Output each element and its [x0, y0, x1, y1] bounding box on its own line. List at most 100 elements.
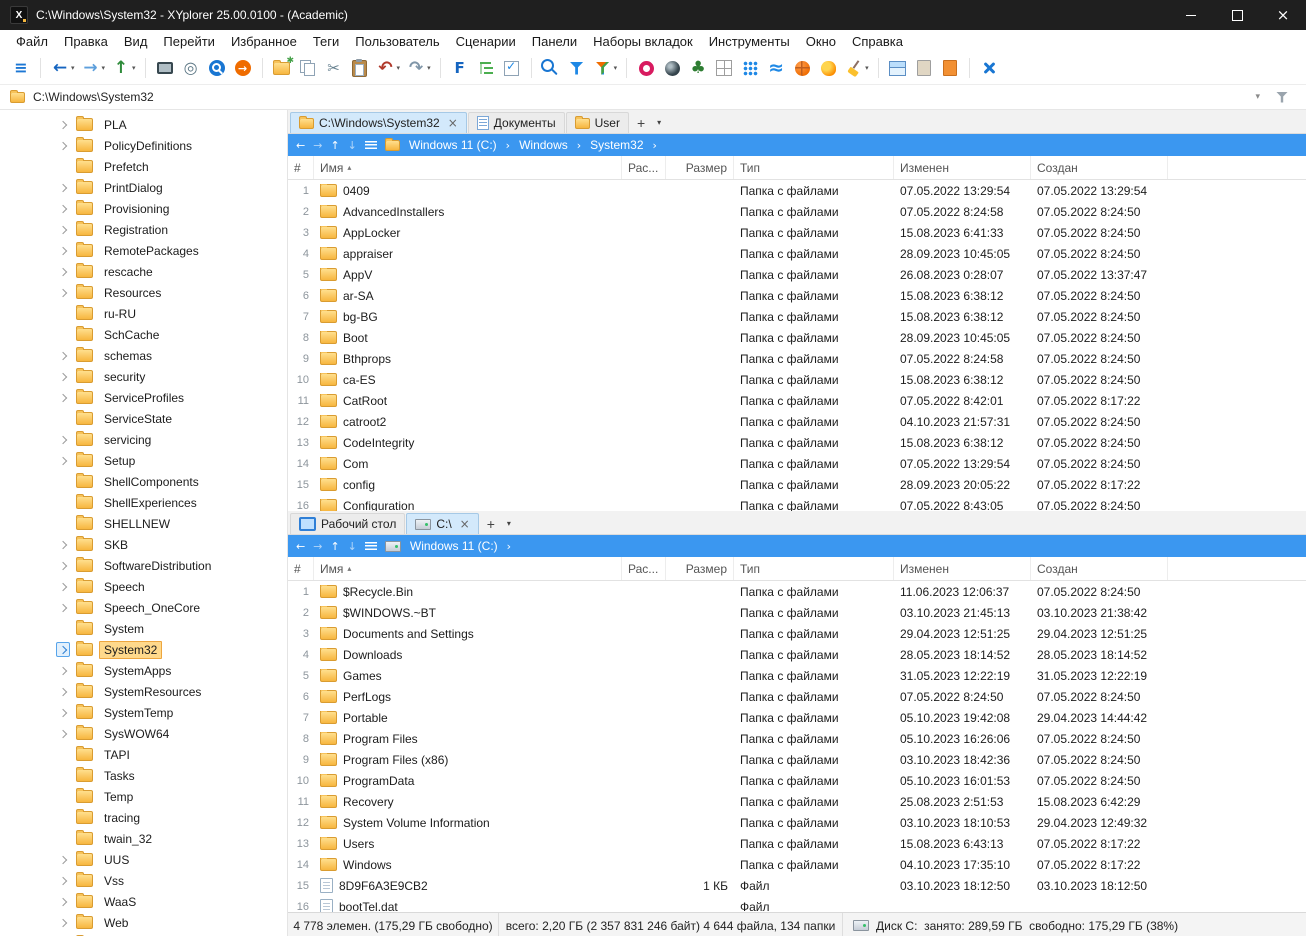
file-name[interactable]: PerfLogs [314, 690, 622, 704]
minimize-button[interactable] [1168, 0, 1214, 30]
expand-chevron-icon[interactable] [56, 706, 70, 720]
tree-item-ru-RU[interactable]: ru-RU [0, 303, 287, 324]
expand-chevron-icon[interactable] [56, 433, 70, 447]
dropdown-caret-icon[interactable]: ▾ [102, 64, 106, 72]
expand-chevron-icon[interactable] [56, 916, 70, 930]
go-circle-button[interactable] [230, 54, 256, 82]
new-folder-button[interactable]: ✱ [269, 54, 295, 82]
column-header-5[interactable]: Тип [734, 156, 894, 179]
file-row[interactable]: 8Program FilesПапка с файлами05.10.2023 … [288, 728, 1306, 749]
menu-item-9[interactable]: Панели [524, 32, 585, 51]
tab-close-icon[interactable]: × [448, 116, 458, 130]
tree-item-Registration[interactable]: Registration [0, 219, 287, 240]
tree-item-SystemApps[interactable]: SystemApps [0, 660, 287, 681]
expand-chevron-icon[interactable] [56, 286, 70, 300]
file-row[interactable]: 16ConfigurationПапка с файлами07.05.2022… [288, 495, 1306, 511]
expand-chevron-icon[interactable] [56, 370, 70, 384]
file-name[interactable]: ar-SA [314, 289, 622, 303]
tree-item-Speech[interactable]: Speech [0, 576, 287, 597]
expand-chevron-icon[interactable] [56, 202, 70, 216]
file-name[interactable]: CatRoot [314, 394, 622, 408]
expand-chevron-icon[interactable] [56, 601, 70, 615]
file-row[interactable]: 9Program Files (x86)Папка с файлами03.10… [288, 749, 1306, 770]
back-button[interactable]: ←▾ [47, 54, 78, 82]
undo-button[interactable]: ↶▾ [373, 54, 404, 82]
title-bar[interactable]: X C:\Windows\System32 - XYplorer 25.00.0… [0, 0, 1306, 30]
filter-button[interactable] [564, 54, 590, 82]
tree-item-SHELLNEW[interactable]: SHELLNEW [0, 513, 287, 534]
tree-item-SoftwareDistribution[interactable]: SoftwareDistribution [0, 555, 287, 576]
file-row[interactable]: 2AdvancedInstallersПапка с файлами07.05.… [288, 201, 1306, 222]
file-row[interactable]: 3AppLockerПапка с файлами15.08.2023 6:41… [288, 222, 1306, 243]
file-row[interactable]: 5AppVПапка с файлами26.08.2023 0:28:0707… [288, 264, 1306, 285]
new-tab-button[interactable]: + [480, 516, 502, 532]
up-button[interactable]: ↑▾ [108, 54, 139, 82]
file-name[interactable]: config [314, 478, 622, 492]
tree-item-ServiceProfiles[interactable]: ServiceProfiles [0, 387, 287, 408]
file-row[interactable]: 3Documents and SettingsПапка с файлами29… [288, 623, 1306, 644]
tree-item-Provisioning[interactable]: Provisioning [0, 198, 287, 219]
column-header-5[interactable]: Тип [734, 557, 894, 580]
file-name[interactable]: Com [314, 457, 622, 471]
grid-button[interactable] [711, 54, 737, 82]
file-name[interactable]: Portable [314, 711, 622, 725]
expand-chevron-icon[interactable] [56, 853, 70, 867]
tree-item-Web[interactable]: Web [0, 912, 287, 933]
address-bar[interactable]: C:\Windows\System32 ▾ [0, 85, 1306, 110]
file-name[interactable]: Users [314, 837, 622, 851]
tree-item-rescache[interactable]: rescache [0, 261, 287, 282]
file-name[interactable]: Windows [314, 858, 622, 872]
menu-item-6[interactable]: Теги [305, 32, 347, 51]
file-row[interactable]: 9BthpropsПапка с файлами07.05.2022 8:24:… [288, 348, 1306, 369]
file-row[interactable]: 13UsersПапка с файлами15.08.2023 6:43:13… [288, 833, 1306, 854]
menu-item-3[interactable]: Вид [116, 32, 156, 51]
file-name[interactable]: System Volume Information [314, 816, 622, 830]
keypad-button[interactable] [737, 54, 763, 82]
expand-chevron-icon[interactable] [56, 244, 70, 258]
nav-back-icon[interactable]: ← [296, 541, 305, 552]
brush-button[interactable]: ▾ [841, 54, 872, 82]
column-header-7[interactable]: Создан [1031, 557, 1168, 580]
panel-orange-button[interactable] [937, 54, 963, 82]
tree-item-Speech_OneCore[interactable]: Speech_OneCore [0, 597, 287, 618]
tab-top-3[interactable]: User [566, 112, 629, 133]
tree-item-Vss[interactable]: Vss [0, 870, 287, 891]
zoom-circle-button[interactable] [204, 54, 230, 82]
file-row[interactable]: 13CodeIntegrityПапка с файлами15.08.2023… [288, 432, 1306, 453]
expand-chevron-icon[interactable] [56, 895, 70, 909]
nav-up-icon[interactable]: ↑ [330, 541, 339, 552]
tree-item-ShellExperiences[interactable]: ShellExperiences [0, 492, 287, 513]
cut-button[interactable]: ✂ [321, 54, 347, 82]
expand-chevron-icon[interactable] [56, 538, 70, 552]
address-path[interactable]: C:\Windows\System32 [33, 90, 154, 104]
tree-item-PrintDialog[interactable]: PrintDialog [0, 177, 287, 198]
breadcrumb-menu-icon[interactable] [365, 542, 377, 550]
expand-chevron-icon[interactable] [56, 265, 70, 279]
file-row[interactable]: 4appraiserПапка с файлами28.09.2023 10:4… [288, 243, 1306, 264]
tab-list-caret-icon[interactable]: ▾ [652, 118, 666, 127]
file-name[interactable]: Program Files [314, 732, 622, 746]
tree-item-SchCache[interactable]: SchCache [0, 324, 287, 345]
panel-beige-button[interactable] [911, 54, 937, 82]
file-row[interactable]: 14WindowsПапка с файлами04.10.2023 17:35… [288, 854, 1306, 875]
dropdown-caret-icon[interactable]: ▾ [397, 64, 401, 72]
tree-item-security[interactable]: security [0, 366, 287, 387]
nav-down-icon[interactable]: ↓ [348, 140, 357, 151]
filter-menu-button[interactable]: ▾ [590, 54, 621, 82]
file-row[interactable]: 15configПапка с файлами28.09.2023 20:05:… [288, 474, 1306, 495]
file-name[interactable]: AppV [314, 268, 622, 282]
column-header-2[interactable]: Имя▴ [314, 557, 622, 580]
tree-item-Resources[interactable]: Resources [0, 282, 287, 303]
file-name[interactable]: Documents and Settings [314, 627, 622, 641]
file-name[interactable]: AdvancedInstallers [314, 205, 622, 219]
file-name[interactable]: CodeIntegrity [314, 436, 622, 450]
file-name[interactable]: bootTel.dat [314, 899, 622, 912]
file-name[interactable]: AppLocker [314, 226, 622, 240]
column-header-3[interactable]: Рас... [622, 557, 666, 580]
menu-grid-button[interactable]: ≡ [8, 54, 34, 82]
screen-button[interactable] [152, 54, 178, 82]
file-row[interactable]: 4DownloadsПапка с файлами28.05.2023 18:1… [288, 644, 1306, 665]
file-name[interactable]: Configuration [314, 499, 622, 512]
file-row[interactable]: 11CatRootПапка с файлами07.05.2022 8:42:… [288, 390, 1306, 411]
nav-back-icon[interactable]: ← [296, 140, 305, 151]
